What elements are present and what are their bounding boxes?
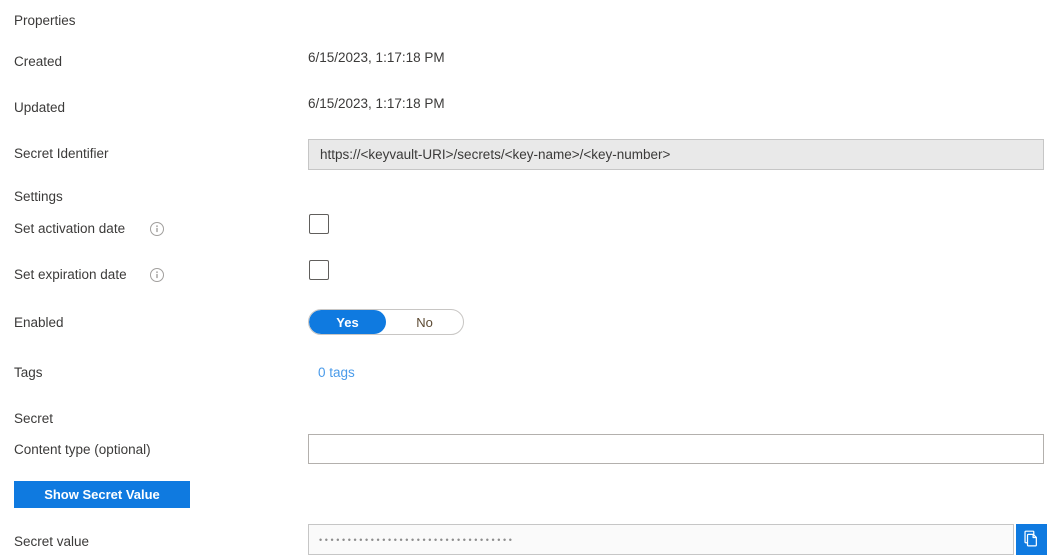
set-expiration-date-checkbox[interactable] xyxy=(309,260,329,280)
properties-section-header: Properties xyxy=(14,13,76,28)
settings-section-header: Settings xyxy=(14,189,63,204)
secret-value-field[interactable]: •••••••••••••••••••••••••••••••••• xyxy=(308,524,1014,555)
content-type-label: Content type (optional) xyxy=(14,442,151,457)
show-secret-value-button[interactable]: Show Secret Value xyxy=(14,481,190,508)
set-expiration-date-label: Set expiration date xyxy=(14,267,127,282)
created-value: 6/15/2023, 1:17:18 PM xyxy=(308,50,445,65)
set-activation-date-checkbox[interactable] xyxy=(309,214,329,234)
secret-identifier-field[interactable]: https://<keyvault-URI>/secrets/<key-name… xyxy=(308,139,1044,170)
enabled-toggle-no[interactable]: No xyxy=(386,310,463,334)
secret-section-header: Secret xyxy=(14,411,54,426)
enabled-label: Enabled xyxy=(14,315,64,330)
updated-value: 6/15/2023, 1:17:18 PM xyxy=(308,96,445,111)
enabled-toggle-yes[interactable]: Yes xyxy=(309,310,386,334)
updated-label: Updated xyxy=(14,100,66,115)
created-label: Created xyxy=(14,54,63,69)
set-activation-date-label: Set activation date xyxy=(14,221,126,236)
copy-icon xyxy=(1022,529,1041,551)
copy-secret-value-button[interactable] xyxy=(1016,524,1047,555)
tags-label: Tags xyxy=(14,365,43,380)
activation-date-info-icon[interactable] xyxy=(150,222,164,236)
secret-identifier-label: Secret Identifier xyxy=(14,146,109,161)
content-type-input[interactable] xyxy=(308,434,1044,464)
tags-link[interactable]: 0 tags xyxy=(318,364,355,382)
secret-value-label: Secret value xyxy=(14,534,90,549)
enabled-toggle[interactable]: Yes No xyxy=(308,309,464,335)
expiration-date-info-icon[interactable] xyxy=(150,268,164,282)
